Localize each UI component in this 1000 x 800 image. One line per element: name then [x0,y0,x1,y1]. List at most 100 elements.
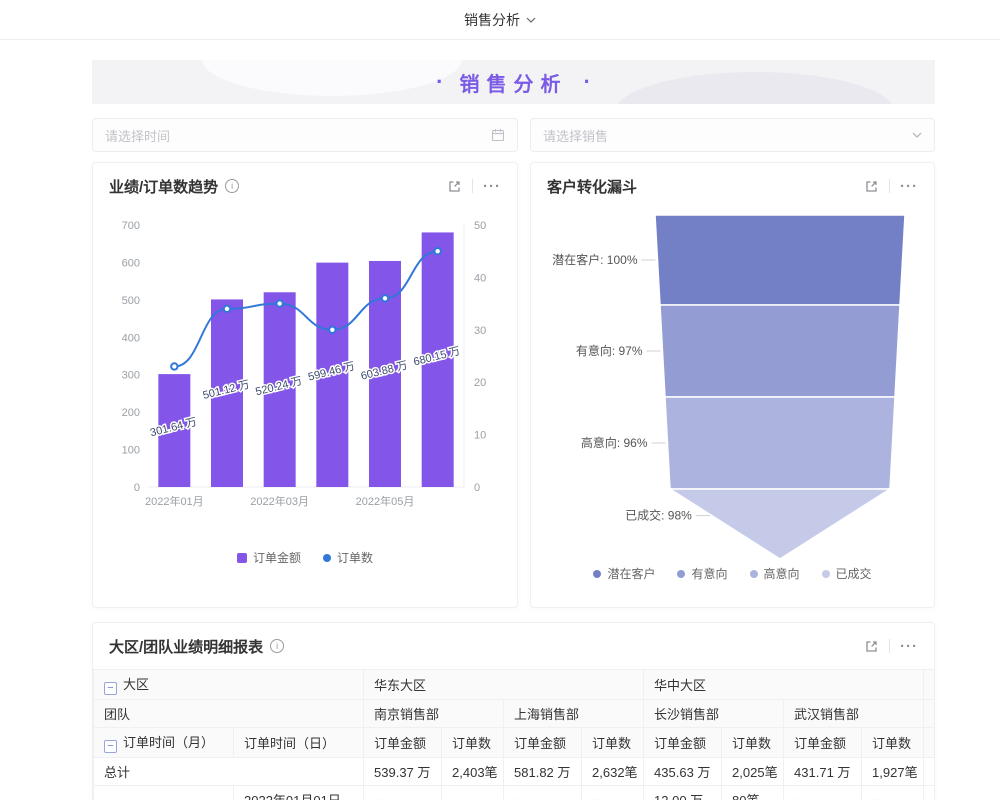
table-header-cell: 南京销售部 [364,700,504,728]
svg-text:高意向: 96%: 高意向: 96% [581,435,648,450]
banner-dot: · [436,69,443,95]
legend-marker [750,570,758,578]
legend-label: 订单金额 [253,549,301,566]
topbar: 销售分析 [0,0,1000,40]
table-cell: 2,025笔 [722,758,784,786]
table-cell: 1,927笔 [862,758,924,786]
legend-item[interactable]: 订单数 [323,549,373,566]
table-row: −订单时间（月）订单时间（日）订单金额订单数订单金额订单数订单金额订单数订单金额… [94,728,935,758]
table-scroll-area[interactable]: −大区华东大区华中大区华北大区团队南京销售部上海销售部长沙销售部武汉销售部青岛销… [93,669,934,800]
trend-card: 业绩/订单数趋势 i ··· 0100200300400500600700010… [92,162,518,608]
svg-text:潜在客户: 100%: 潜在客户: 100% [552,252,638,267]
banner-title: 销售分析 [460,68,568,97]
table-header-cell: 青岛销售部 [924,700,934,728]
table-header-cell: 订单数 [582,728,644,758]
table-cell: 486.05 万 [924,758,934,786]
svg-text:400: 400 [122,332,140,344]
legend-marker [822,570,830,578]
table-cell: 12.00 万 [644,786,722,800]
legend-label: 已成交 [836,565,872,582]
svg-text:40: 40 [474,272,486,284]
legend-item[interactable]: 已成交 [822,565,872,582]
main-content: · 销售分析 · 请选择时间 请选择销售 业绩/订单数趋势 i [92,60,935,800]
table-header-cell: 订单数 [442,728,504,758]
banner-decoration [202,60,462,96]
info-icon[interactable]: i [270,639,284,653]
legend-item[interactable]: 高意向 [750,565,800,582]
more-icon[interactable]: ··· [900,179,918,194]
charts-row: 业绩/订单数趋势 i ··· 0100200300400500600700010… [92,162,935,608]
table-cell: -- [442,786,504,800]
detail-table: −大区华东大区华中大区华北大区团队南京销售部上海销售部长沙销售部武汉销售部青岛销… [93,669,934,800]
export-icon[interactable] [447,179,462,194]
svg-text:50: 50 [474,220,486,232]
export-icon[interactable] [864,639,879,654]
table-header-cell: 订单金额 [364,728,442,758]
table-cell: 435.63 万 [644,758,722,786]
legend-marker [593,570,601,578]
table-cell: -- [784,786,862,800]
table-cell [94,786,234,800]
table-header-cell: 订单金额 [504,728,582,758]
legend-item[interactable]: 潜在客户 [593,565,655,582]
chevron-down-icon [526,17,536,23]
svg-text:500: 500 [122,295,140,307]
trend-card-title: 业绩/订单数趋势 [109,176,218,197]
table-cell: -- [504,786,582,800]
collapse-icon[interactable]: − [104,740,117,753]
svg-text:300: 300 [122,370,140,382]
legend-label: 高意向 [764,565,800,582]
banner: · 销售分析 · [92,60,935,104]
table-cell: 11.07 万 [924,786,934,800]
table-card-header: 大区/团队业绩明细报表 i ··· [93,623,934,669]
table-header-cell: 订单金额 [644,728,722,758]
collapse-icon[interactable]: − [104,682,117,695]
sales-select[interactable]: 请选择销售 [530,118,935,152]
table-header-cell: 订单金额 [924,728,934,758]
report-switcher[interactable]: 销售分析 [464,10,536,30]
table-header-cell: 上海销售部 [504,700,644,728]
svg-text:20: 20 [474,377,486,389]
svg-text:600: 600 [122,257,140,269]
sales-analysis-page: 销售分析 · 销售分析 · 请选择时间 请选择销售 [0,0,1000,800]
divider [889,179,890,193]
table-header-cell: 华东大区 [364,670,644,700]
table-row: 团队南京销售部上海销售部长沙销售部武汉销售部青岛销售部 [94,700,935,728]
table-card-title: 大区/团队业绩明细报表 [109,636,263,657]
table-row: 总计539.37 万2,403笔581.82 万2,632笔435.63 万2,… [94,758,935,786]
funnel-chart: 潜在客户: 100%有意向: 97%高意向: 96%已成交: 98% 潜在客户 有… [531,209,934,582]
legend-item[interactable]: 有意向 [677,565,727,582]
table-cell: -- [582,786,644,800]
sales-select-placeholder: 请选择销售 [543,126,608,145]
more-icon[interactable]: ··· [900,639,918,654]
legend-item[interactable]: 订单金额 [237,549,301,566]
table-header-cell: 华北大区 [924,670,934,700]
legend-label: 潜在客户 [607,565,655,582]
export-icon[interactable] [864,179,879,194]
table-header-cell: 武汉销售部 [784,700,924,728]
table-cell: 539.37 万 [364,758,442,786]
banner-dot: · [584,69,591,95]
time-select-placeholder: 请选择时间 [105,126,170,145]
table-header-cell: −大区 [94,670,364,700]
trend-card-header: 业绩/订单数趋势 i ··· [93,163,517,209]
table-cell: 431.71 万 [784,758,862,786]
legend-marker [677,570,685,578]
more-icon[interactable]: ··· [483,179,501,194]
svg-text:2022年05月: 2022年05月 [356,494,415,508]
table-header-cell: 长沙销售部 [644,700,784,728]
funnel-card-header: 客户转化漏斗 ··· [531,163,934,209]
funnel-chart-svg: 潜在客户: 100%有意向: 97%高意向: 96%已成交: 98% [546,209,919,561]
info-icon[interactable]: i [225,179,239,193]
svg-text:2022年01月: 2022年01月 [145,494,204,508]
time-select[interactable]: 请选择时间 [92,118,518,152]
table-row: −大区华东大区华中大区华北大区 [94,670,935,700]
trend-legend: 订单金额 订单数 [237,549,373,566]
trend-chart: 0100200300400500600700010203040502022年01… [93,209,517,566]
table-cell: 581.82 万 [504,758,582,786]
funnel-card-title: 客户转化漏斗 [547,176,637,197]
table-header-cell: 团队 [94,700,364,728]
svg-text:2022年03月: 2022年03月 [250,494,309,508]
svg-text:700: 700 [122,220,140,232]
svg-text:200: 200 [122,407,140,419]
